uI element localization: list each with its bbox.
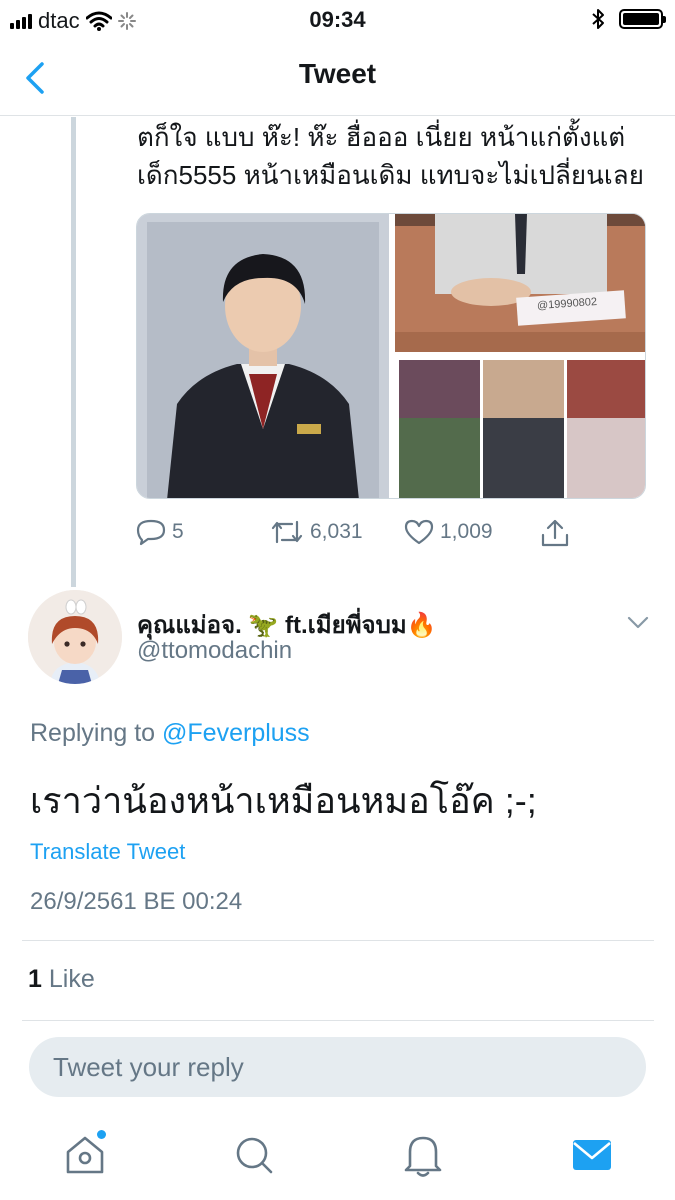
tweet-media[interactable]: @19990802 (136, 213, 646, 499)
page-title: Tweet (298, 58, 377, 89)
retweet-icon (271, 520, 303, 544)
tweet-timestamp: 26/9/2561 BE 00:24 (30, 888, 243, 915)
like-action[interactable]: 1,009 (404, 518, 493, 546)
thread-connector (71, 117, 76, 587)
media-grid-tile[interactable] (483, 418, 564, 498)
share-action[interactable] (540, 518, 570, 548)
previous-tweet-text: ตก็ใจ แบบ ห๊ะ! ห๊ะ ฮื่อออ เนี่ยย หน้าแก่… (137, 118, 657, 194)
reply-action[interactable]: 5 (136, 518, 184, 546)
translate-tweet-link[interactable]: Translate Tweet (30, 839, 185, 865)
nav-bar: Tweet (0, 40, 675, 116)
bluetooth-icon (592, 9, 604, 29)
likes-count: 1 (28, 965, 42, 993)
status-time: 09:34 (309, 7, 366, 32)
replying-to-link[interactable]: @Feverpluss (162, 719, 310, 747)
reply-count: 5 (172, 520, 184, 543)
previous-tweet-line1: ตก็ใจ แบบ ห๊ะ! ห๊ะ ฮื่อออ เนี่ยย หน้าแก่… (137, 122, 626, 152)
messages-icon (573, 1140, 611, 1170)
reply-input[interactable]: Tweet your reply (29, 1037, 646, 1097)
heart-icon (404, 519, 434, 545)
uniform-illustration (395, 214, 645, 352)
share-icon (541, 519, 569, 547)
reply-icon (136, 519, 166, 546)
replying-prefix: Replying to (30, 719, 156, 747)
divider (22, 1020, 654, 1021)
battery-icon (619, 9, 666, 29)
user-handle[interactable]: @ttomodachin (137, 637, 292, 665)
media-photo-main[interactable] (137, 214, 389, 498)
replying-to: Replying to @Feverpluss (30, 719, 310, 748)
like-count: 1,009 (440, 520, 493, 543)
previous-tweet-actions: 5 6,031 1,009 (136, 518, 656, 558)
notifications-icon (404, 1136, 442, 1177)
tab-search[interactable] (232, 1132, 276, 1178)
retweet-action[interactable]: 6,031 (270, 518, 363, 546)
media-grid-tile[interactable] (567, 418, 645, 498)
previous-tweet-line2: เด็ก5555 หน้าเหมือนเดิม แทบจะไม่เปลี่ยนเ… (137, 160, 644, 190)
new-tweets-dot (97, 1130, 106, 1139)
search-icon (236, 1137, 273, 1174)
tab-messages[interactable] (570, 1132, 614, 1178)
tweet-text: เราว่าน้องหน้าเหมือนหมอโอ๊ค ;-; (30, 780, 537, 821)
likes-summary[interactable]: 1 Like (28, 965, 95, 994)
status-bar: dtac 09:34 (0, 0, 675, 40)
media-grid-tile[interactable] (399, 418, 480, 498)
likes-label: Like (48, 965, 95, 993)
media-photo-top[interactable]: @19990802 (395, 214, 645, 352)
chevron-down-icon[interactable] (626, 612, 650, 632)
retweet-count: 6,031 (310, 520, 363, 543)
portrait-illustration (137, 214, 389, 498)
status-bar-right (591, 8, 666, 30)
divider (22, 940, 654, 941)
tab-bar (0, 1110, 675, 1200)
avatar-illustration (28, 590, 122, 684)
avatar[interactable] (28, 590, 122, 684)
tab-notifications[interactable] (401, 1132, 445, 1178)
tab-home[interactable] (63, 1130, 107, 1178)
